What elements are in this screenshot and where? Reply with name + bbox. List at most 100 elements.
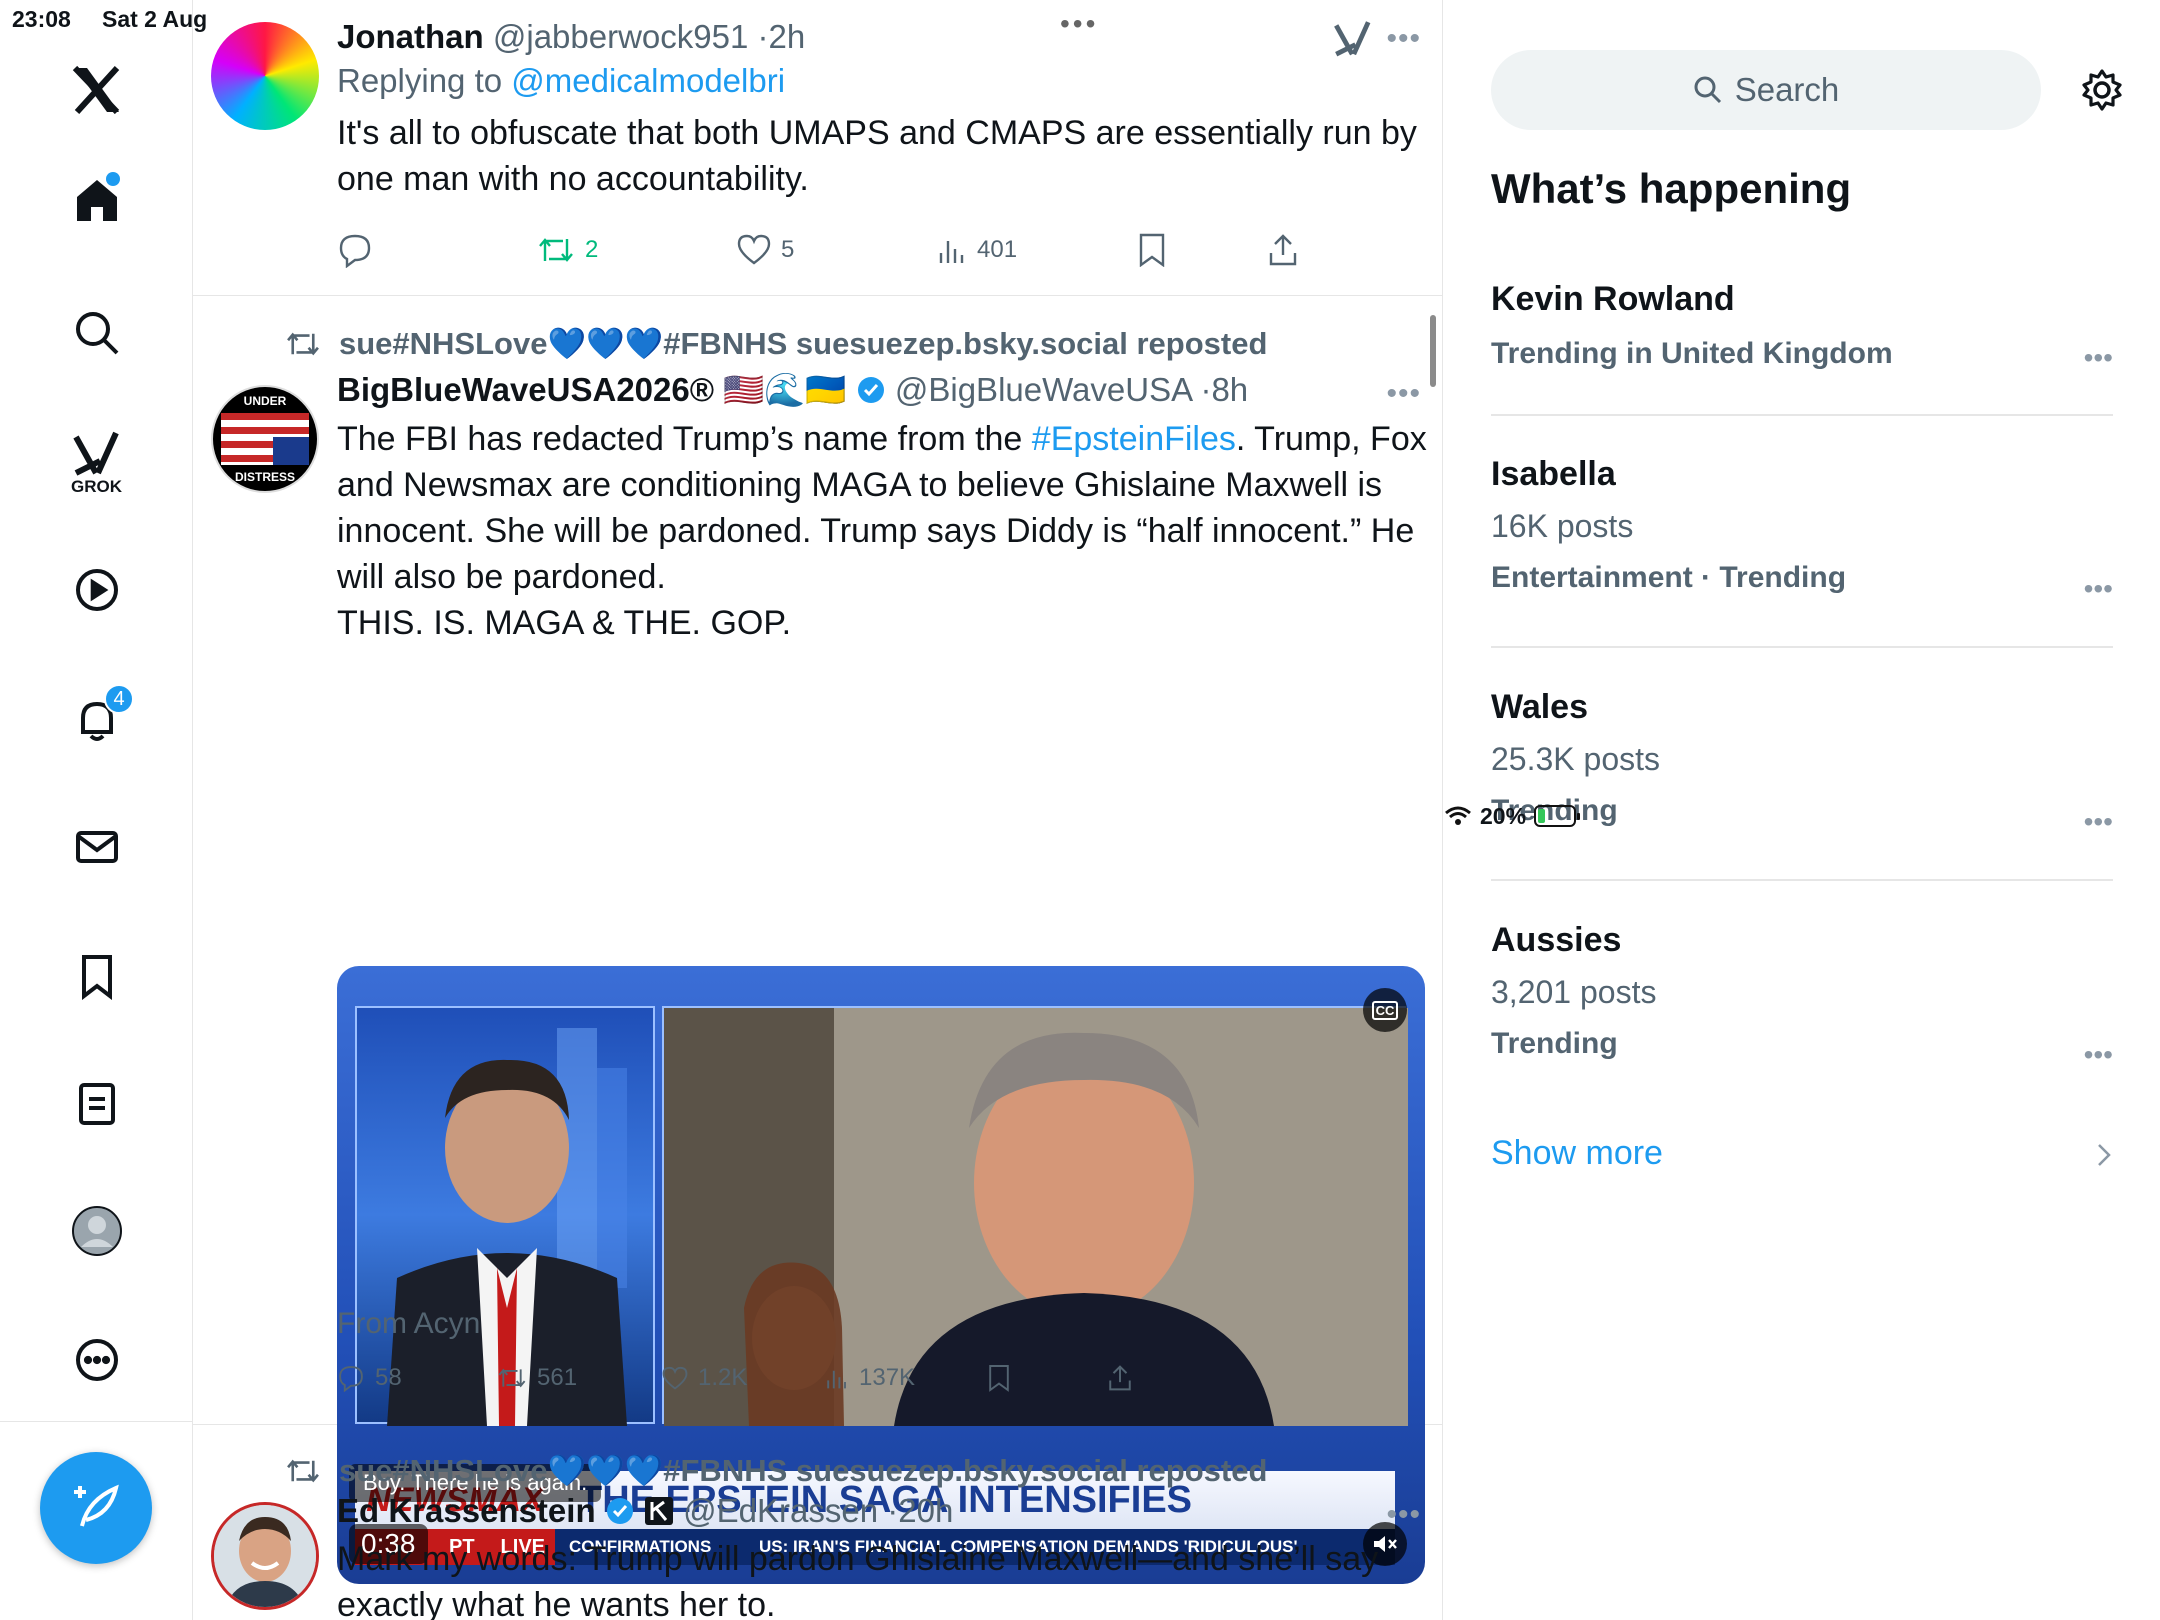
retweet-icon (287, 332, 319, 355)
compose-feather-icon (74, 1484, 119, 1527)
grok-label: GROK (71, 477, 122, 496)
tweet-text: Mark my words: Trump will pardon Ghislai… (337, 1540, 1379, 1620)
more-circle-icon (75, 1339, 118, 1381)
views-icon (939, 241, 964, 263)
replying-to: Replying to @medicalmodelbri (337, 62, 786, 99)
tweet-jonathan[interactable]: Jonathan @jabberwock951 ·2h Replying to … (193, 0, 1443, 296)
views-button[interactable]: 401 (937, 235, 1137, 265)
wifi-icon (1445, 806, 1471, 825)
retweet-icon (539, 238, 573, 262)
battery-icon (1534, 805, 1581, 827)
tweet-more-icon[interactable]: ••• (1386, 1498, 1421, 1532)
bookmark-button[interactable] (1137, 233, 1267, 267)
sidebar-item-explore[interactable] (0, 303, 193, 363)
sidebar-item-more[interactable] (0, 1330, 193, 1390)
views-button[interactable]: 137K (825, 1364, 987, 1392)
verified-badge-icon (857, 377, 884, 403)
notifications-badge: 4 (104, 684, 134, 714)
video-anchor-panel (355, 1006, 655, 1426)
views-icon (827, 1370, 846, 1389)
bookmark-icon (81, 955, 112, 1000)
cc-icon: CC (1371, 1000, 1399, 1020)
bookmark-icon (989, 1365, 1009, 1392)
verified-badge-icon (606, 1498, 633, 1524)
reply-icon (339, 1366, 363, 1392)
sidebar-item-messages[interactable] (0, 817, 193, 877)
author-handle[interactable]: @BigBlueWaveUSA (895, 371, 1191, 408)
repost-context: sue#NHSLove💙💙💙#FBNHS suesuezep.bsky.soci… (285, 1452, 1267, 1489)
list-icon (78, 1083, 115, 1125)
play-icon (75, 569, 118, 611)
share-icon (1109, 1365, 1131, 1391)
media-source[interactable]: From Acyn (337, 1307, 480, 1341)
share-icon (1269, 234, 1297, 266)
mail-icon (75, 831, 118, 863)
like-button[interactable]: 5 (737, 234, 937, 266)
battery-percent: 20% (1480, 802, 1527, 829)
author-handle[interactable]: @EdKrassen (683, 1492, 878, 1529)
heart-icon (737, 234, 771, 265)
tweet-time[interactable]: 8h (1211, 371, 1248, 408)
author-name[interactable]: Ed Krassenstein (337, 1492, 596, 1529)
timeline-feed[interactable]: Jonathan @jabberwock951 ·2h Replying to … (193, 0, 1443, 1620)
share-button[interactable] (1267, 233, 1299, 267)
tweet-text: The FBI has redacted Trump’s name from t… (337, 420, 1427, 596)
tweet-time[interactable]: 20h (898, 1492, 953, 1529)
tweet-bigbluewave[interactable]: sue#NHSLove💙💙💙#FBNHS suesuezep.bsky.soci… (193, 297, 1443, 1584)
tweet-header: Ed Krassenstein @EdKrassen ·20h (337, 1492, 954, 1529)
heart-icon (662, 1366, 688, 1390)
like-button[interactable]: 1.2K (662, 1364, 825, 1392)
tweet-actions: 58 561 1.2K 137K (337, 1364, 1143, 1392)
tweet-more-icon[interactable]: ••• (1386, 377, 1421, 411)
x-logo-icon[interactable] (0, 60, 193, 120)
sidebar-item-home[interactable] (0, 170, 193, 230)
home-dot (106, 172, 120, 186)
avatar-ed-krassenstein[interactable] (211, 1502, 319, 1610)
retweet-button[interactable]: 561 (497, 1364, 662, 1392)
repost-context: sue#NHSLove💙💙💙#FBNHS suesuezep.bsky.soci… (285, 325, 1267, 362)
reply-icon (339, 234, 371, 268)
avatar-text-bottom: DISTRESS (235, 470, 295, 484)
search-icon (75, 312, 118, 355)
feed-scrollbar[interactable] (1430, 315, 1436, 387)
sidebar: GROK 4 (0, 0, 193, 1620)
status-date: Sat 2 Aug (102, 6, 208, 32)
replying-to-link[interactable]: @medicalmodelbri (511, 62, 785, 99)
video-photo-panel (662, 1006, 1408, 1426)
sidebar-item-lists[interactable] (0, 1074, 193, 1134)
share-button[interactable] (1107, 1364, 1133, 1392)
retweet-icon (287, 1459, 319, 1482)
tweet-actions: 2 5 401 (337, 232, 1303, 268)
repost-label[interactable]: sue#NHSLove💙💙💙#FBNHS suesuezep.bsky.soci… (339, 325, 1267, 362)
sidebar-item-notifications[interactable]: 4 (0, 684, 193, 750)
sidebar-item-profile[interactable] (0, 1201, 193, 1261)
bookmark-button[interactable] (987, 1364, 1107, 1392)
tweet-ed-krassenstein[interactable]: sue#NHSLove💙💙💙#FBNHS suesuezep.bsky.soci… (193, 1426, 1443, 1620)
sidebar-item-video[interactable] (0, 560, 193, 620)
avatar-bigbluewave[interactable]: UNDER DISTRESS (211, 385, 319, 493)
compose-post-button[interactable] (40, 1452, 152, 1564)
sidebar-item-grok[interactable]: GROK (0, 428, 193, 500)
reply-button[interactable] (337, 232, 537, 268)
repost-label[interactable]: sue#NHSLove💙💙💙#FBNHS suesuezep.bsky.soci… (339, 1452, 1267, 1489)
captions-button[interactable]: CC (1363, 988, 1407, 1032)
reply-button[interactable]: 58 (337, 1364, 497, 1392)
bookmark-icon (1139, 233, 1165, 267)
profile-avatar-icon (71, 1206, 122, 1256)
retweet-button[interactable]: 2 (537, 235, 737, 265)
retweet-icon (498, 1368, 526, 1388)
tweet-text: It's all to obfuscate that both UMAPS an… (337, 114, 1417, 198)
avatar-text-top: UNDER (244, 394, 287, 408)
status-right: 20% (1444, 6, 2160, 1620)
author-flags: 🇺🇸🌊🇺🇦 (723, 371, 847, 408)
tweet-text-last: THIS. IS. MAGA & THE. GOP. (337, 604, 792, 642)
grok-icon (72, 431, 119, 476)
hashtag-link[interactable]: #EpsteinFiles (1032, 420, 1236, 458)
distress-flag-image: UNDER DISTRESS (221, 394, 309, 484)
status-time: 23:08 (12, 6, 71, 32)
tweet-header: BigBlueWaveUSA2026® 🇺🇸🌊🇺🇦 @BigBlueWaveUS… (337, 371, 1249, 408)
window-grabber-dots[interactable]: ••• (1060, 8, 1098, 40)
affiliate-badge-icon (644, 1497, 673, 1525)
author-name[interactable]: BigBlueWaveUSA2026® (337, 371, 714, 408)
sidebar-item-bookmarks[interactable] (0, 946, 193, 1006)
